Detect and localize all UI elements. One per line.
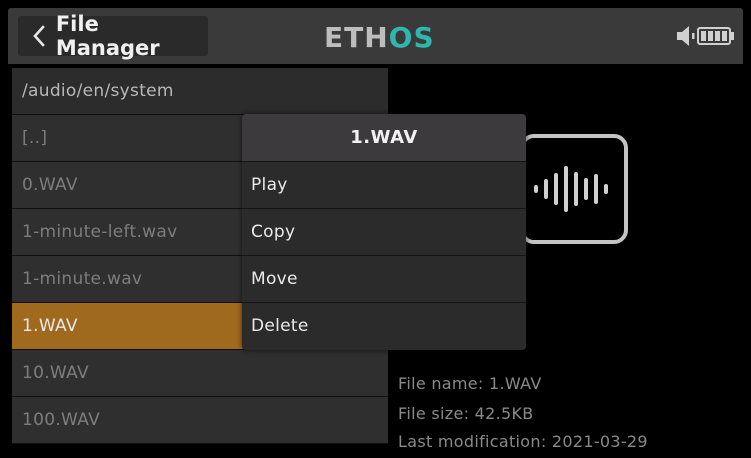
menu-item-move[interactable]: Move: [242, 255, 526, 302]
current-path: /audio/en/system: [12, 68, 388, 115]
screen: File Manager ETHOS /audio/en/system [..]…: [8, 8, 743, 450]
battery-icon: [697, 27, 734, 45]
audio-waveform-icon: [534, 166, 608, 212]
list-item[interactable]: 10.WAV: [12, 350, 388, 397]
context-menu: 1.WAV Play Copy Move Delete: [242, 114, 526, 350]
menu-item-delete[interactable]: Delete: [242, 302, 526, 349]
list-item[interactable]: 100.WAV: [12, 397, 388, 444]
ethos-logo: ETHOS: [324, 21, 435, 54]
file-modified-info: Last modification: 2021-03-29: [398, 432, 648, 450]
menu-item-copy[interactable]: Copy: [242, 208, 526, 255]
page-title: File Manager: [55, 12, 160, 60]
chevron-left-icon: [33, 25, 45, 47]
menu-item-play[interactable]: Play: [242, 161, 526, 208]
file-name-info: File name: 1.WAV: [398, 374, 542, 393]
context-menu-title: 1.WAV: [242, 114, 526, 161]
back-button[interactable]: File Manager: [18, 12, 208, 60]
speaker-icon: [677, 26, 695, 46]
file-size-info: File size: 42.5KB: [398, 404, 534, 423]
status-icons: [675, 22, 735, 50]
audio-file-preview: [520, 134, 628, 244]
header-bar: File Manager ETHOS: [8, 8, 743, 64]
